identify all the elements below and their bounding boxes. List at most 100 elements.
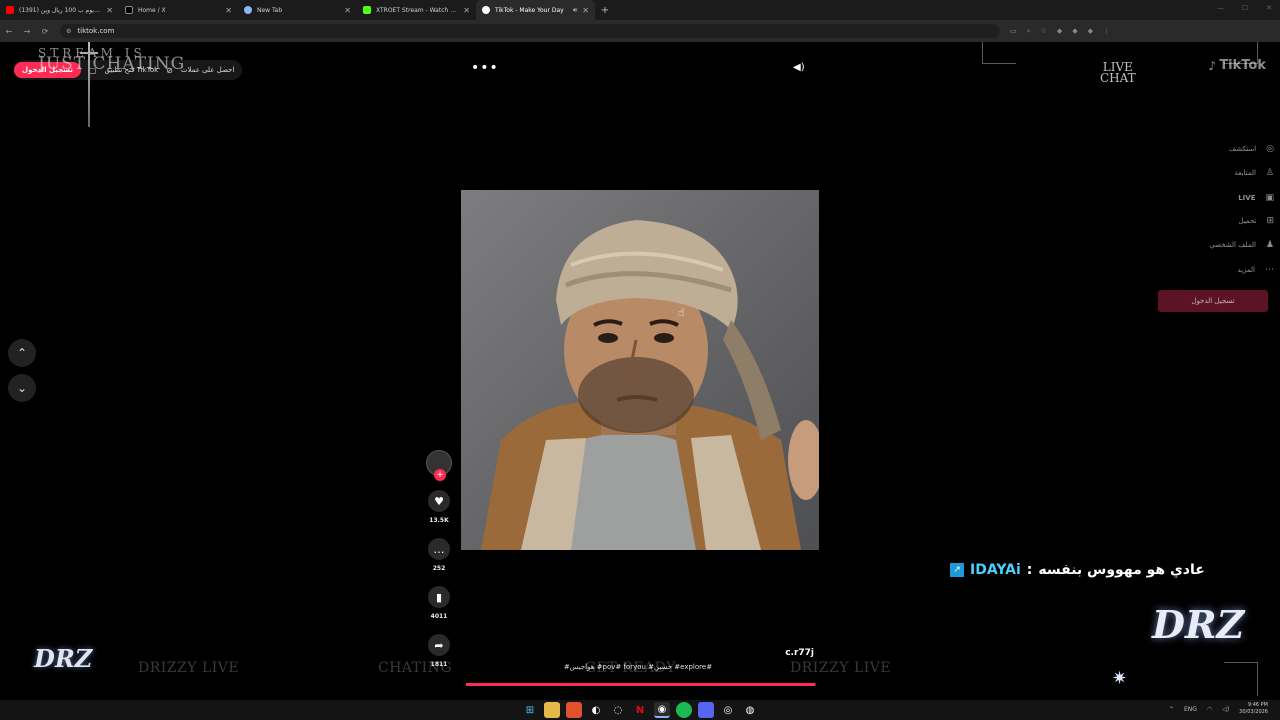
browser-tab[interactable]: Home / X ✕ [119,0,238,20]
window-controls: — ☐ ✕ [1217,4,1272,12]
overlay-watermark: DRIZZY LIVE [138,660,240,676]
close-icon[interactable]: ✕ [463,6,470,15]
live-icon: ▣ [1265,193,1274,203]
sidebar-item-label: المتابعة [1234,169,1256,177]
video-frame-image [461,190,819,550]
sidebar-item-label: LIVE [1238,194,1256,202]
tab-strip: (1391) مشت يوم ب 100 ريال وين ✕ Home / X… [0,0,1280,20]
wifi-icon[interactable]: ◠ [1207,706,1212,713]
cast-icon[interactable]: ▭ [1010,27,1017,36]
browser-tab-active[interactable]: TikTok - Make Your Day 🔊︎ ✕ [476,0,595,20]
sound-icon[interactable]: ◀) [793,62,805,73]
chat-separator: : [1026,562,1033,578]
action-bar: + ♥ 13.5K … 252 ▮ 4011 ➦ 1811 [424,450,454,668]
browser-tab[interactable]: XTROET Stream - Watch Live o ✕ [357,0,476,20]
netflix-icon[interactable]: N [632,702,648,718]
sidebar-item-more[interactable]: المزيد ⋯ [1237,265,1274,275]
close-icon[interactable]: ✕ [106,6,113,15]
close-icon[interactable]: ✕ [582,6,589,15]
share-icon[interactable]: ➦ [428,634,450,656]
app-icon[interactable]: ◌ [610,702,626,718]
browser-tab[interactable]: (1391) مشت يوم ب 100 ريال وين ✕ [0,0,119,20]
discord-icon[interactable] [698,702,714,718]
overlay-watermark: CHATING [378,660,453,676]
creator-avatar[interactable]: + [426,450,452,481]
creator-username[interactable]: c.r77j [462,648,814,658]
spotify-icon[interactable] [676,702,692,718]
clock[interactable]: 9:46 PM 30/03/2026 [1239,702,1268,716]
person-icon: ♙ [1265,168,1274,178]
close-icon[interactable]: ✕ [344,6,351,15]
reload-icon[interactable]: ⟳ [36,27,54,36]
file-explorer-icon[interactable] [544,702,560,718]
overlay-watermark: DRIZZY LIVE [790,660,892,676]
obs-icon[interactable]: ◎ [720,702,736,718]
maximize-icon[interactable]: ☐ [1242,4,1248,12]
extension-icon[interactable]: ◆ [1057,27,1062,36]
language-indicator[interactable]: ENG [1184,706,1197,713]
video-progress-bar[interactable] [466,683,816,686]
comment-icon[interactable]: … [428,538,450,560]
new-tab-button[interactable]: + [595,5,615,16]
speaker-icon[interactable]: 🔊︎ [573,6,577,15]
sidebar-item-profile[interactable]: الملف الشخصي ♟ [1209,240,1274,250]
brave-icon[interactable] [566,702,582,718]
sidebar-item-label: تحميل [1238,217,1257,225]
tab-title: (1391) مشت يوم ب 100 ريال وين [19,6,102,14]
tiktok-note-icon: ♪ [1208,59,1216,73]
video-player[interactable] [461,190,819,550]
get-coins-link[interactable]: احصل على عملات [181,66,234,74]
app-icon[interactable]: ◍ [742,702,758,718]
comment-count: 252 [432,565,446,572]
tiktok-page: تسجيل الدخول ▢ فتح تطبيق TikTok ⊘ احصل ع… [0,42,1280,700]
sidebar-item-following[interactable]: المتابعة ♙ [1234,168,1274,178]
close-window-icon[interactable]: ✕ [1266,4,1272,12]
back-icon[interactable]: ← [0,27,18,36]
sidebar-login-button[interactable]: تسجيل الدخول [1158,290,1268,312]
more-options-icon[interactable]: ••• [471,60,499,76]
app-icon[interactable]: ◐ [588,702,604,718]
windows-start-icon[interactable]: ⊞ [522,702,538,718]
system-tray: ⌃ ENG ◠ ◁) 9:46 PM 30/03/2026 [1169,702,1268,716]
tab-title: New Tab [257,6,283,14]
frame-corner-ornament [1224,662,1258,696]
extension-icon[interactable]: ◆ [1072,27,1077,36]
compass-icon: ◎ [1266,144,1274,154]
address-bar-row: ← → ⟳ ⚙ tiktok.com ▭ ⌕ ☆ ◆ ◆ ◆ ⋮ [0,20,1280,42]
next-video-button[interactable]: ⌄ [8,374,36,402]
forward-icon[interactable]: → [18,27,36,36]
zoom-icon[interactable]: ⌕ [1027,27,1031,36]
minimize-icon[interactable]: — [1217,4,1224,12]
url-field[interactable]: ⚙ tiktok.com [60,24,1000,38]
sidebar-item-live[interactable]: LIVE ▣ [1238,193,1274,203]
volume-icon[interactable]: ◁) [1222,706,1229,713]
follow-plus-icon[interactable]: + [434,469,446,481]
url-text: tiktok.com [77,27,115,35]
bookmark-icon[interactable]: ▮ [428,586,450,608]
sidebar-item-upload[interactable]: تحميل ⊞ [1239,216,1274,226]
sidebar-item-label: الملف الشخصي [1209,241,1256,249]
tray-chevron-icon[interactable]: ⌃ [1169,706,1174,713]
chat-text: عادي هو مهووس بنفسه [1038,562,1205,578]
like-count: 13.5K [429,517,449,524]
site-info-icon[interactable]: ⚙ [66,28,71,35]
menu-dots-icon[interactable]: ⋮ [1103,27,1110,36]
tab-title: XTROET Stream - Watch Live o [376,6,458,14]
stream-logo-line2: JUST CHATING [38,54,186,74]
drz-logo: DRZ [34,644,93,673]
sidebar-item-label: استكشف [1228,145,1257,153]
previous-video-button[interactable]: ⌃ [8,339,36,367]
chat-message: ↗ IDAYAi : عادي هو مهووس بنفسه [950,562,1205,578]
sword-guard-graphic [80,52,98,54]
chrome-icon[interactable]: ◉ [654,702,670,718]
bookmark-star-icon[interactable]: ☆ [1041,27,1047,36]
close-icon[interactable]: ✕ [225,6,232,15]
live-chat-line2: CHAT [1100,71,1136,85]
tab-title: TikTok - Make Your Day [495,6,564,14]
extension-icon[interactable]: ◆ [1088,27,1093,36]
heart-icon[interactable]: ♥ [428,490,450,512]
save-action: ▮ 4011 [428,586,450,620]
live-chat-header: LIVE CHAT [1100,61,1136,85]
sidebar-item-explore[interactable]: استكشف ◎ [1229,144,1274,154]
browser-tab[interactable]: New Tab ✕ [238,0,357,20]
